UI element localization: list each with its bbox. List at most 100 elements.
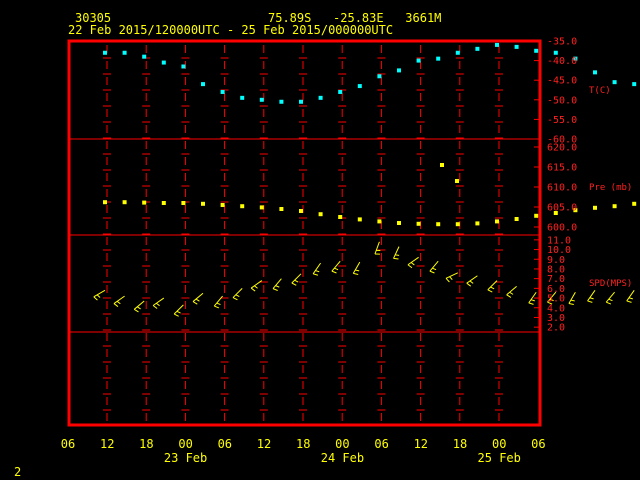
wind-barb-feather: [216, 302, 221, 306]
wind-axis-label: SPD(MPS): [589, 279, 632, 289]
pressure-point: [338, 215, 343, 219]
wind-barb-shaft: [272, 278, 282, 289]
pressure-point: [632, 201, 637, 206]
wind-barb-feather: [176, 310, 181, 314]
time-range: 22 Feb 2015/120000UTC - 25 Feb 2015/0000…: [68, 23, 393, 37]
x-tick-label: 06: [531, 437, 545, 451]
wind-barb: [626, 290, 635, 303]
pressure-axis-label: Pre (mb): [589, 183, 632, 193]
wind-barb-feather: [410, 262, 415, 266]
wind-barb-feather: [469, 280, 474, 284]
y-tick-label: 605.0: [547, 203, 577, 214]
wind-barb: [352, 261, 361, 275]
pressure-point: [181, 201, 186, 205]
x-tick-label: 00: [335, 437, 349, 451]
wind-barb-shaft: [429, 260, 439, 272]
wind-barb-feather: [334, 267, 339, 271]
wind-barb-feather: [294, 279, 299, 283]
pressure-point: [318, 212, 323, 217]
wind-barb: [506, 286, 517, 298]
temperature-point: [161, 60, 166, 65]
pressure-point: [299, 209, 303, 213]
x-tick-label: 18: [453, 437, 467, 451]
wind-barb-feather: [291, 282, 297, 286]
wind-barb-feather: [429, 270, 435, 274]
pressure-point: [440, 163, 444, 167]
temperature-axis-label: T(C): [589, 86, 611, 96]
wind-barb-feather: [628, 297, 633, 300]
y-tick-label: 615.0: [547, 163, 577, 174]
pressure-point: [612, 204, 617, 209]
wind-barb-feather: [487, 289, 493, 293]
wind-barb-shaft: [352, 261, 361, 274]
wind-barb: [192, 292, 204, 305]
pressure-point: [122, 200, 127, 205]
wind-barb-feather: [214, 305, 220, 309]
wind-barb: [93, 289, 106, 301]
wind-barb-feather: [195, 298, 200, 302]
wind-barb-shaft: [626, 290, 635, 302]
pressure-point: [279, 207, 284, 211]
wind-barb: [487, 280, 498, 293]
wind-barb-feather: [152, 305, 158, 309]
x-date-label: 23 Feb: [164, 451, 207, 465]
pressure-point: [357, 217, 362, 222]
wind-barb-shaft: [605, 291, 615, 303]
wind-barb: [173, 304, 184, 317]
temperature-point: [612, 80, 617, 85]
temperature-point: [632, 82, 637, 87]
pressure-point: [475, 221, 480, 226]
wind-barb: [374, 241, 381, 255]
wind-barb-feather: [466, 282, 472, 287]
pressure-point: [455, 222, 460, 227]
x-date-label: 24 Feb: [321, 451, 364, 465]
pressure-point: [397, 221, 401, 225]
wind-barb-shaft: [568, 291, 576, 304]
wind-barb-feather: [353, 272, 359, 275]
page-number: 2: [14, 465, 21, 479]
wind-barb-feather: [136, 306, 141, 310]
wind-barb-feather: [93, 296, 98, 301]
wind-barb: [291, 273, 302, 286]
temperature-point: [475, 46, 480, 51]
wind-barb-feather: [568, 302, 574, 306]
wind-barb-feather: [331, 270, 337, 274]
x-tick-label: 18: [296, 437, 310, 451]
wind-barb-feather: [506, 294, 512, 298]
temperature-point: [377, 74, 382, 79]
y-tick-label: 620.0: [547, 143, 577, 154]
x-tick-label: 06: [218, 437, 232, 451]
temperature-point: [103, 50, 107, 55]
temperature-point: [318, 95, 323, 100]
temperature-point: [397, 68, 401, 73]
wind-barb-feather: [509, 291, 514, 295]
pressure-point: [103, 200, 107, 205]
pressure-point: [455, 179, 459, 183]
grid-lines: [69, 45, 540, 421]
wind-barb: [213, 295, 223, 309]
temperature-point: [240, 95, 245, 100]
x-tick-label: 06: [61, 437, 75, 451]
wind-barb-feather: [272, 288, 278, 291]
wind-barb: [331, 260, 341, 274]
wind-barb-feather: [254, 285, 258, 289]
wind-barb: [250, 280, 263, 292]
temperature-point: [220, 89, 225, 94]
x-tick-label: 18: [139, 437, 153, 451]
wind-barb: [605, 291, 615, 305]
y-tick-label: 2.0: [547, 323, 565, 334]
wind-barb-feather: [589, 297, 594, 300]
wind-barb-feather: [490, 286, 495, 290]
wind-barb-feather: [250, 287, 256, 292]
wind-barb-feather: [606, 301, 612, 305]
y-tick-label: -35.0: [547, 37, 577, 48]
temperature-point: [534, 48, 539, 53]
wind-barb-shaft: [393, 246, 400, 259]
wind-barb-feather: [432, 267, 437, 271]
wind-barb-feather: [626, 300, 632, 303]
wind-barb-shaft: [587, 290, 596, 302]
wind-barb: [568, 291, 576, 306]
wind-barb-feather: [530, 299, 535, 302]
pressure-point: [201, 201, 205, 206]
temperature-point: [455, 50, 460, 55]
